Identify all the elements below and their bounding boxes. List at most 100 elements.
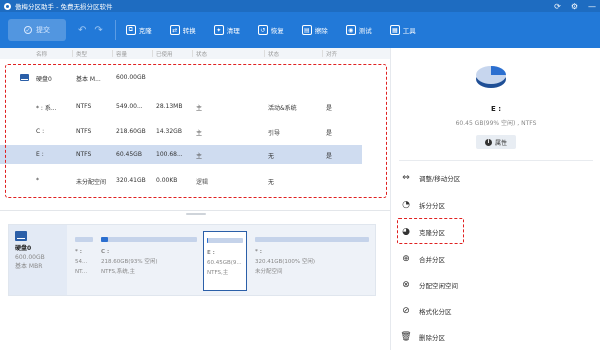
cell-capacity: 600.00GB [116, 74, 146, 81]
cell-type: NTFS [76, 151, 92, 158]
usage-bar [255, 237, 369, 242]
cell-status: 无 [268, 179, 275, 186]
panel-divider [399, 160, 593, 161]
cell-flag: 主 [196, 153, 203, 160]
part-fs: NT... [75, 269, 88, 275]
toolbar-convert[interactable]: ⇄ 转换 [169, 25, 196, 35]
disk-map-part-unallocated[interactable]: * : 320.41GB(100% 空闲) 未分配空间 [252, 231, 372, 291]
properties-button[interactable]: i 属性 [476, 135, 516, 149]
col-type[interactable]: 类型 [76, 50, 87, 58]
action-allocate-space[interactable]: ⊗ 分配空闲空间 [401, 278, 458, 292]
toolbar-wipe[interactable]: ▤ 擦除 [301, 25, 328, 35]
part-fs: NTFS,系统,主 [101, 269, 136, 275]
settings-icon[interactable]: ⚙ [571, 2, 578, 11]
disk-map-part-c[interactable]: C : 218.60GB(93% 空闲) NTFS,系统,主 [98, 231, 200, 291]
toolbar-clean-label: 清理 [226, 27, 240, 35]
selected-partition-name: E : [490, 105, 502, 113]
table-row-e[interactable]: E : NTFS 60.45GB 100.68... 主 无 是 [0, 145, 362, 164]
title-bar: 傲梅分区助手 - 免费无损分区软件 ⟳ ⚙ — [0, 0, 600, 12]
cell-name: C : [36, 128, 45, 135]
toolbar-recover-label: 恢复 [270, 27, 284, 35]
part-name: * : [75, 249, 82, 255]
check-icon: ✓ [24, 26, 32, 34]
col-name[interactable]: 名称 [36, 50, 47, 58]
action-clone-partition[interactable]: ◕ 克隆分区 [401, 225, 445, 239]
toolbar-clean[interactable]: ✦ 清理 [213, 25, 240, 35]
cell-type: NTFS [76, 128, 92, 135]
window-title: 傲梅分区助手 - 免费无损分区软件 [15, 3, 113, 11]
cell-name: E : [36, 151, 44, 158]
col-flag[interactable]: 状态 [196, 50, 207, 58]
action-label: 分配空闲空间 [419, 282, 458, 290]
cell-status: 活动&系统 [268, 105, 297, 112]
part-size: 60.45GB(9... [207, 260, 242, 266]
disk-map-part-system[interactable]: * : 54... NT... [72, 231, 96, 291]
cell-align: 是 [326, 130, 333, 137]
toolbar-tools-label: 工具 [402, 27, 416, 35]
disk-map: 硬盘0 600.00GB 基本 MBR * : 54... NT... C : … [8, 224, 376, 296]
part-size: 320.41GB(100% 空闲) [255, 259, 316, 265]
table-row-c[interactable]: C : NTFS 218.60GB 14.32GB 主 引导 是 [0, 122, 390, 141]
col-used[interactable]: 已使用 [156, 50, 173, 58]
part-name: * : [255, 249, 262, 255]
disk-name: 硬盘0 [15, 245, 32, 252]
table-row-disk0[interactable]: 硬盘0 基本 M... 600.00GB [0, 68, 390, 87]
table-header: 名称 类型 容量 已使用 状态 状态 对齐 [0, 48, 390, 59]
selected-partition-info: 60.45 GB(99% 空闲) , NTFS [455, 120, 537, 127]
app-logo-icon [4, 2, 11, 10]
action-resize-move[interactable]: ⇔ 调整/移动分区 [401, 171, 460, 185]
clone-icon: ⧉ [125, 25, 136, 35]
commit-button[interactable]: ✓ 提交 [8, 19, 66, 41]
redo-icon[interactable]: ↷ [94, 25, 102, 36]
tools-icon: ▦ [389, 25, 400, 35]
part-size: 54... [75, 259, 88, 265]
disk-map-part-e[interactable]: E : 60.45GB(9... NTFS,主 [203, 231, 247, 291]
disk-map-disk0[interactable]: 硬盘0 600.00GB 基本 MBR [9, 225, 67, 295]
action-split[interactable]: ◔ 拆分分区 [401, 198, 445, 212]
action-label: 格式化分区 [419, 308, 452, 316]
action-merge[interactable]: ⊕ 合并分区 [401, 252, 445, 266]
toolbar-recover[interactable]: ↺ 恢复 [257, 25, 284, 35]
part-fs: NTFS,主 [207, 270, 229, 276]
action-delete[interactable]: 🗑 删除分区 [400, 330, 445, 344]
clean-icon: ✦ [213, 25, 224, 35]
table-row-system[interactable]: * : 系... NTFS 549.00... 28.13MB 主 活动&系统 … [0, 97, 390, 116]
cell-used: 28.13MB [156, 103, 183, 110]
toolbar-test[interactable]: ◉ 测试 [345, 25, 372, 35]
col-divider [152, 50, 153, 57]
action-format[interactable]: ⊘ 格式化分区 [401, 304, 452, 318]
resize-handle[interactable] [186, 213, 206, 215]
cell-flag: 主 [196, 130, 203, 137]
col-divider [322, 50, 323, 57]
properties-label: 属性 [494, 139, 507, 147]
usage-fill [101, 237, 108, 242]
col-status[interactable]: 状态 [268, 50, 279, 58]
toolbar-wipe-label: 擦除 [314, 27, 328, 35]
info-icon: i [484, 138, 492, 146]
col-divider [264, 50, 265, 57]
split-icon: ◔ [402, 200, 410, 210]
cell-capacity: 320.41GB [116, 177, 146, 184]
cell-status: 无 [268, 153, 275, 160]
wipe-icon: ▤ [301, 25, 312, 35]
hard-disk-icon [15, 231, 27, 241]
undo-icon[interactable]: ↶ [78, 25, 86, 36]
minimize-icon[interactable]: — [588, 2, 596, 11]
cell-type: 基本 M... [76, 76, 101, 83]
convert-icon: ⇄ [169, 25, 180, 35]
table-row-unallocated[interactable]: * 未分配空间 320.41GB 0.00KB 逻辑 无 [0, 171, 390, 190]
cell-used: 100.68... [156, 151, 183, 158]
refresh-icon[interactable]: ⟳ [554, 2, 561, 11]
usage-bar [75, 237, 93, 242]
recover-icon: ↺ [257, 25, 268, 35]
toolbar-tools[interactable]: ▦ 工具 [389, 25, 416, 35]
test-icon: ◉ [345, 25, 356, 35]
action-label: 拆分分区 [419, 202, 445, 210]
col-capacity[interactable]: 容量 [116, 50, 127, 58]
delete-icon: 🗑 [400, 332, 412, 342]
toolbar-clone[interactable]: ⧉ 克隆 [125, 25, 152, 35]
cell-status: 引导 [268, 130, 281, 137]
part-fs: 未分配空间 [255, 269, 283, 275]
col-align[interactable]: 对齐 [326, 50, 337, 58]
format-icon: ⊘ [402, 306, 410, 316]
